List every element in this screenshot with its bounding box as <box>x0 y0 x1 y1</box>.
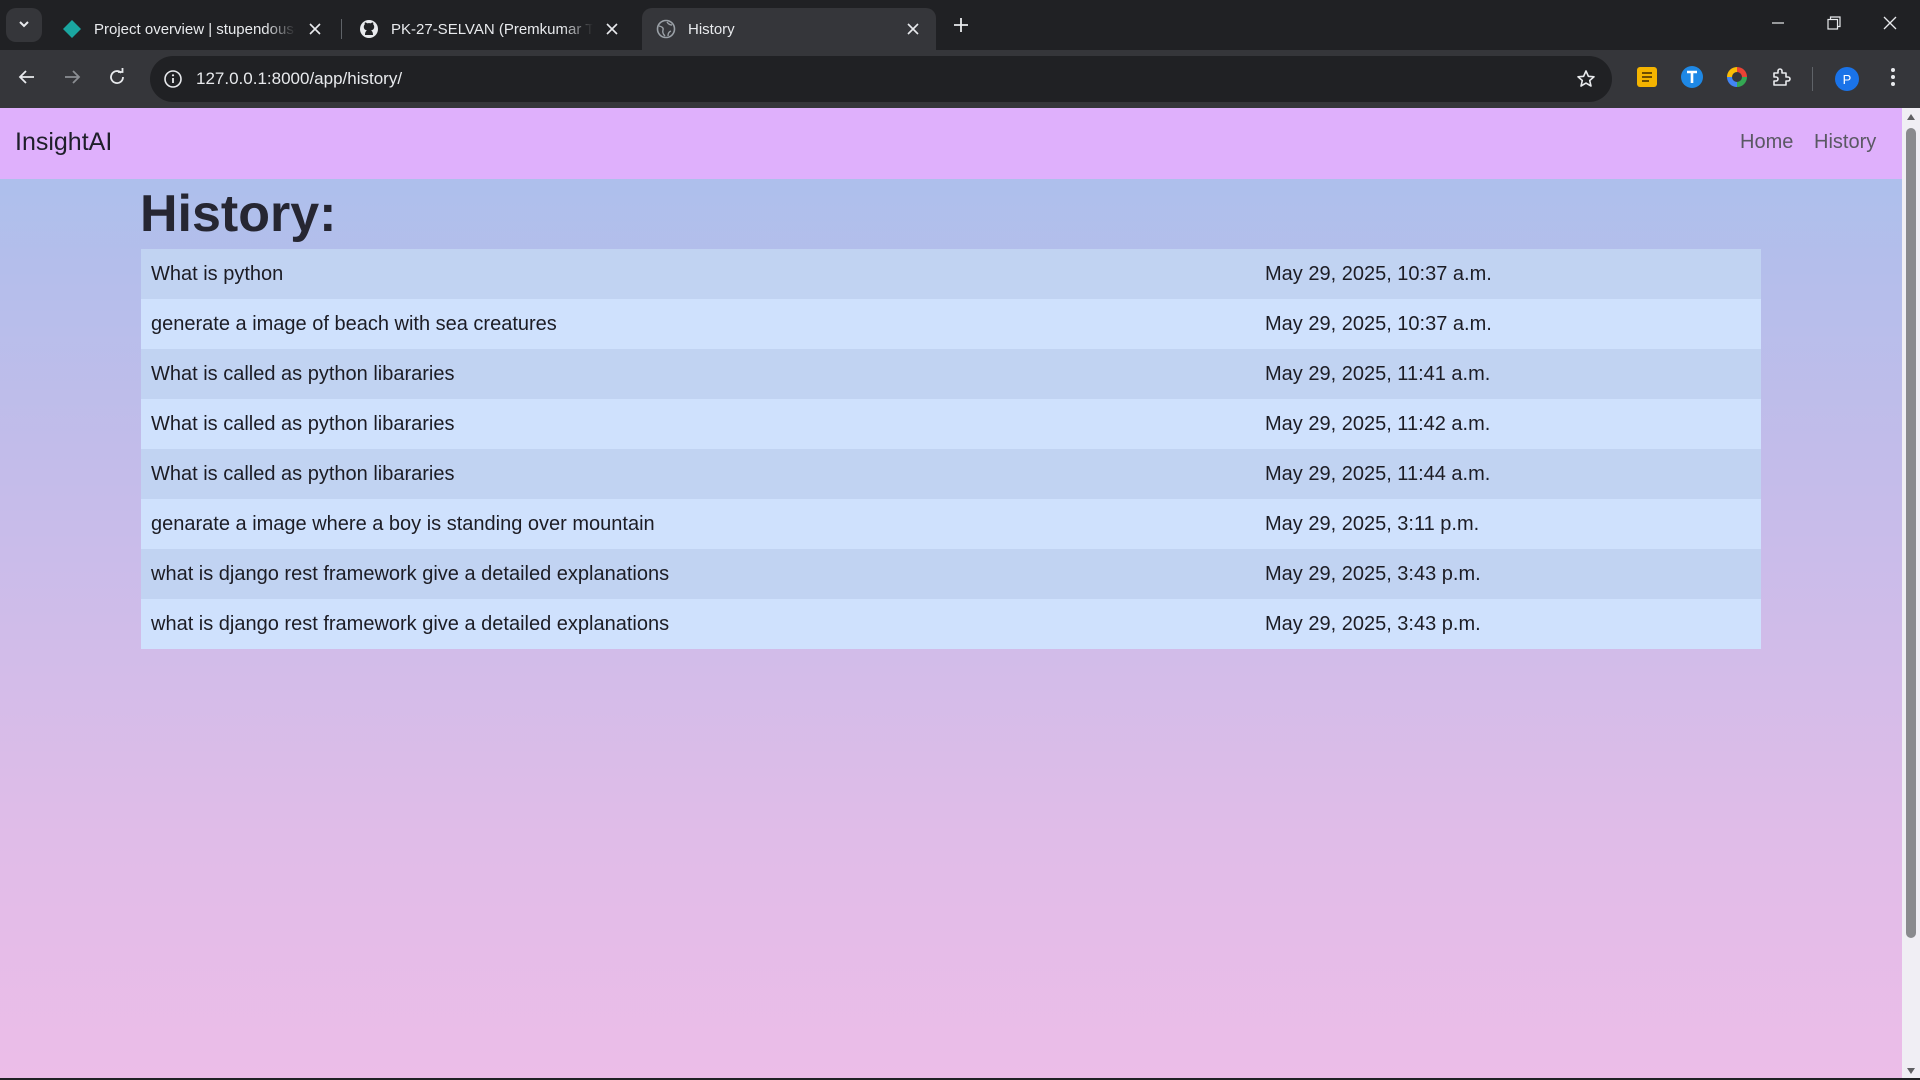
notes-extension-icon <box>1636 66 1658 92</box>
tab-title: Project overview | stupendous-s <box>94 20 296 38</box>
extension-color-button[interactable] <box>1723 65 1751 93</box>
diamond-favicon-icon <box>62 19 82 39</box>
history-timestamp: May 29, 2025, 11:42 a.m. <box>1265 412 1491 435</box>
history-timestamp: May 29, 2025, 11:41 a.m. <box>1265 362 1491 385</box>
history-timestamp: May 29, 2025, 11:44 a.m. <box>1265 462 1491 485</box>
history-query: What is called as python libararies <box>151 462 455 485</box>
page-viewport: InsightAI Home History History: What is … <box>0 108 1920 1080</box>
table-row: genarate a image where a boy is standing… <box>141 499 1761 549</box>
close-icon <box>1883 15 1897 34</box>
table-row: generate a image of beach with sea creat… <box>141 299 1761 349</box>
tab-title: History <box>688 20 735 38</box>
tab-strip: Project overview | stupendous-s PK-27-SE… <box>0 0 1920 50</box>
table-row: What is python May 29, 2025, 10:37 a.m. <box>141 249 1761 299</box>
toolbar-divider <box>1812 67 1813 91</box>
profile-button[interactable]: P <box>1833 65 1861 93</box>
page-title: History: <box>140 185 337 243</box>
history-query: What is python <box>151 262 284 285</box>
nav-link-history[interactable]: History <box>1814 131 1876 154</box>
tab-divider <box>341 19 342 39</box>
puzzle-icon <box>1771 66 1793 92</box>
table-row: What is called as python libararies May … <box>141 449 1761 499</box>
table-row: What is called as python libararies May … <box>141 399 1761 449</box>
brand-logo[interactable]: InsightAI <box>15 128 112 157</box>
restore-icon <box>1827 15 1841 34</box>
close-tab-icon[interactable] <box>304 18 326 40</box>
history-timestamp: May 29, 2025, 3:43 p.m. <box>1265 562 1481 585</box>
history-query: generate a image of beach with sea creat… <box>151 312 557 335</box>
reload-button[interactable] <box>99 61 135 97</box>
scroll-up-arrow-icon[interactable] <box>1902 108 1920 126</box>
history-timestamp: May 29, 2025, 3:11 p.m. <box>1265 512 1480 535</box>
history-query: what is django rest framework give a det… <box>151 612 670 635</box>
address-bar[interactable]: 127.0.0.1:8000/app/history/ <box>150 56 1612 102</box>
tab-title: PK-27-SELVAN (Premkumar Tam <box>391 20 593 38</box>
browser-toolbar: 127.0.0.1:8000/app/history/ P <box>0 50 1920 108</box>
tab-project-overview[interactable]: Project overview | stupendous-s <box>48 8 338 50</box>
github-favicon-icon <box>359 19 379 39</box>
color-ring-extension-icon <box>1725 65 1749 93</box>
close-tab-icon[interactable] <box>601 18 623 40</box>
close-tab-icon[interactable] <box>902 18 924 40</box>
history-query: genarate a image where a boy is standing… <box>151 512 655 535</box>
back-button[interactable] <box>9 61 45 97</box>
avatar: P <box>1835 67 1859 91</box>
scrollbar-thumb[interactable] <box>1906 128 1916 938</box>
plus-icon <box>953 17 969 37</box>
extension-notes-button[interactable] <box>1633 65 1661 93</box>
globe-favicon-icon <box>656 19 676 39</box>
site-navbar: InsightAI Home History <box>0 108 1902 179</box>
bookmark-star-icon[interactable] <box>1574 67 1598 91</box>
table-row: what is django rest framework give a det… <box>141 549 1761 599</box>
tab-search-button[interactable] <box>6 8 42 42</box>
new-tab-button[interactable] <box>946 12 976 42</box>
history-timestamp: May 29, 2025, 10:37 a.m. <box>1265 312 1492 335</box>
minimize-icon <box>1771 15 1785 34</box>
minimize-button[interactable] <box>1750 0 1806 48</box>
restore-button[interactable] <box>1806 0 1862 48</box>
site-info-icon[interactable] <box>150 56 196 102</box>
close-window-button[interactable] <box>1862 0 1918 48</box>
extensions-button[interactable] <box>1768 65 1796 93</box>
browser-menu-button[interactable] <box>1879 65 1907 93</box>
chevron-down-icon <box>17 16 31 35</box>
t-extension-icon <box>1680 65 1704 93</box>
table-row: What is called as python libararies May … <box>141 349 1761 399</box>
forward-button[interactable] <box>54 61 90 97</box>
history-timestamp: May 29, 2025, 3:43 p.m. <box>1265 612 1481 635</box>
kebab-menu-icon <box>1890 67 1896 91</box>
nav-link-home[interactable]: Home <box>1740 131 1793 154</box>
url-text[interactable]: 127.0.0.1:8000/app/history/ <box>196 69 402 89</box>
history-query: what is django rest framework give a det… <box>151 562 670 585</box>
reload-icon <box>108 68 126 90</box>
tab-history[interactable]: History <box>642 8 936 50</box>
extension-translate-button[interactable] <box>1678 65 1706 93</box>
history-query: What is called as python libararies <box>151 362 455 385</box>
arrow-right-icon <box>63 68 81 90</box>
history-timestamp: May 29, 2025, 10:37 a.m. <box>1265 262 1492 285</box>
history-query: What is called as python libararies <box>151 412 455 435</box>
page-scrollbar[interactable] <box>1902 108 1920 1080</box>
history-table: What is python May 29, 2025, 10:37 a.m. … <box>141 249 1761 649</box>
tab-github[interactable]: PK-27-SELVAN (Premkumar Tam <box>345 8 635 50</box>
table-row: what is django rest framework give a det… <box>141 599 1761 649</box>
arrow-left-icon <box>18 68 36 90</box>
